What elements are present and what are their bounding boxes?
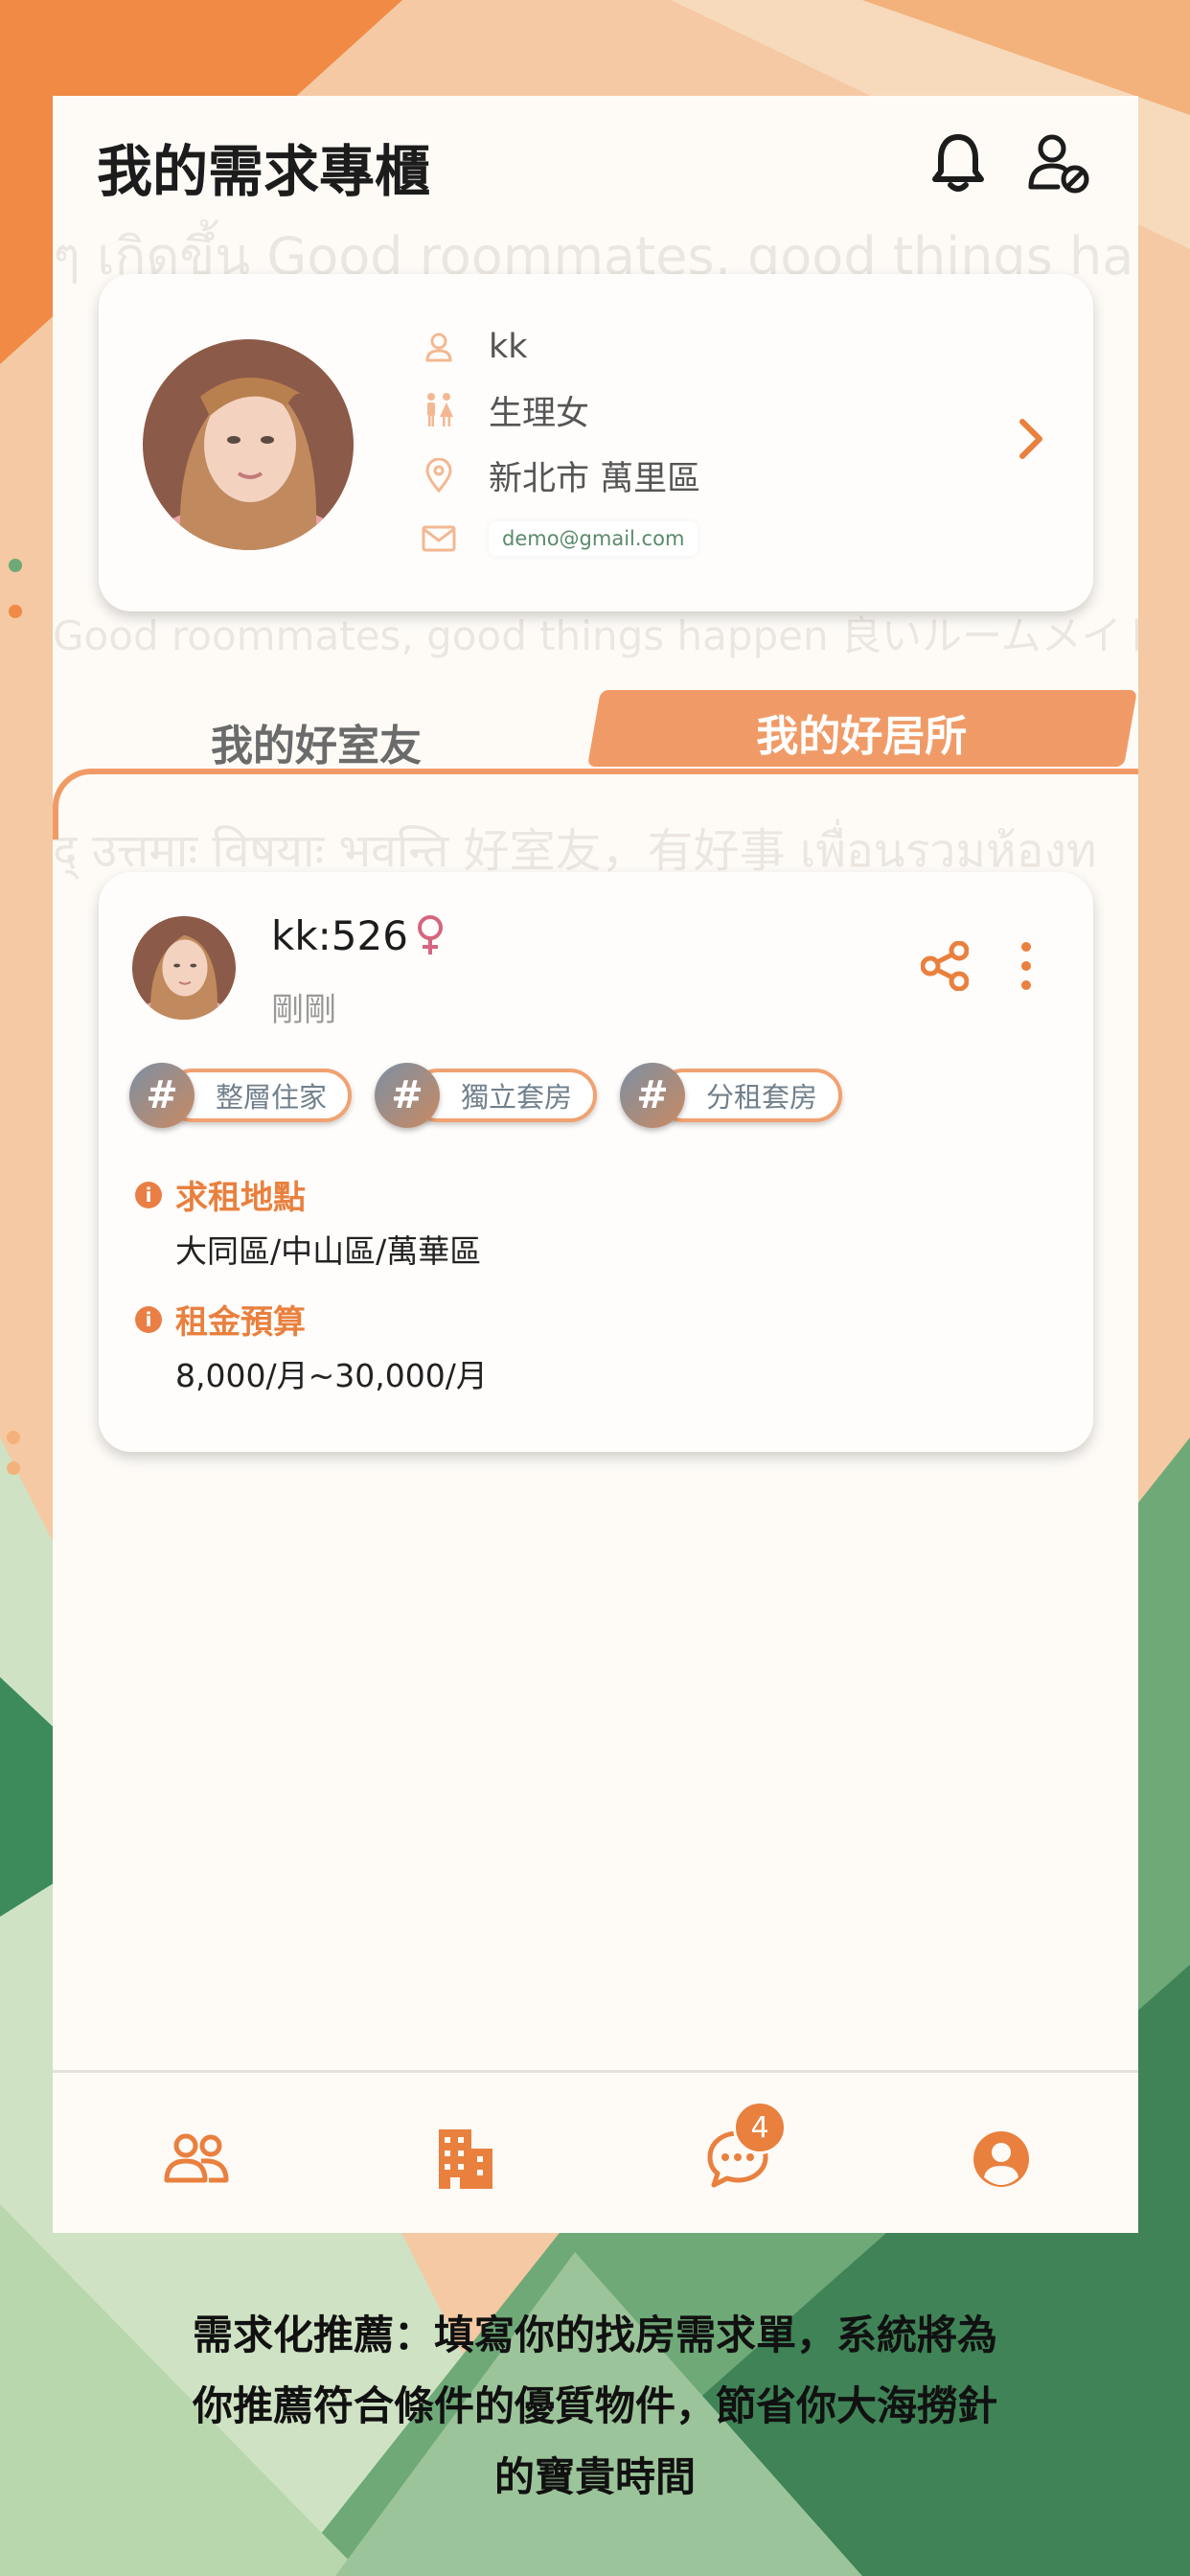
profile-email: demo@gmail.com [489, 521, 698, 556]
nav-chat[interactable]: 4 [695, 2101, 787, 2202]
profile-location-row: 新北市 萬里區 [420, 448, 700, 502]
gender-restroom-icon [420, 391, 458, 429]
nav-roommates[interactable] [153, 2116, 240, 2202]
nav-profile[interactable] [958, 2116, 1044, 2202]
profile-card[interactable]: kk 生理女 新北市 萬里區 demo@gmail.com [99, 274, 1093, 611]
app-screen: ๆ เกิดขึ้น Good roommates, good things h… [53, 96, 1138, 2233]
section-value: 大同區/中山區/萬華區 [175, 1232, 482, 1270]
section-title: 求租地點 [175, 1179, 306, 1217]
caption-line: 需求化推薦：填寫你的找房需求單，系統將為 [192, 2312, 997, 2358]
more-options-button[interactable] [1018, 941, 1034, 995]
demand-username: kk:526 [271, 912, 408, 959]
chat-badge: 4 [733, 2101, 787, 2154]
user-block-icon [1028, 134, 1089, 194]
section-value: 8,000/月~30,000/月 [175, 1357, 488, 1394]
avatar-photo [132, 916, 236, 1020]
profile-gender: 生理女 [489, 394, 590, 433]
promo-caption: 需求化推薦：填寫你的找房需求單，系統將為 你推薦符合條件的優質物件，節省你大海撈… [144, 2300, 1046, 2513]
tab-my-homes-label: 我的好居所 [756, 712, 968, 761]
nav-homes[interactable] [422, 2116, 508, 2202]
profile-location: 新北市 萬里區 [489, 459, 701, 498]
demand-location-section: i 求租地點 大同區/中山區/萬華區 [135, 1171, 481, 1272]
caption-line: 你推薦符合條件的優質物件，節省你大海撈針 [192, 2382, 997, 2429]
hashtag-icon: # [129, 1063, 195, 1128]
roommates-icon [164, 2133, 229, 2183]
avatar [143, 339, 354, 550]
profile-detail-chevron-icon[interactable] [1017, 418, 1045, 464]
profile-name: kk [489, 328, 528, 366]
profile-name-row: kk [420, 320, 528, 374]
bell-icon [932, 134, 984, 192]
profile-gender-row: 生理女 [420, 383, 589, 437]
tab-bar: 我的好室友 我的好居所 [53, 680, 1138, 840]
page-title: 我的需求專櫃 [97, 139, 431, 204]
profile-email-row: demo@gmail.com [420, 512, 698, 565]
share-icon [920, 940, 970, 992]
demand-tags: # 整層住家 # 獨立套房 # 分租套房 [129, 1063, 865, 1128]
building-icon [439, 2129, 492, 2189]
tag-chip[interactable]: # 整層住家 [129, 1063, 353, 1128]
tag-chip[interactable]: # 分租套房 [620, 1063, 843, 1128]
app-header: 我的需求專櫃 [53, 96, 1138, 230]
tab-my-homes[interactable]: 我的好居所 [586, 690, 1138, 767]
notification-button[interactable] [920, 125, 996, 201]
avatar [132, 916, 236, 1020]
more-vertical-icon [1021, 942, 1031, 990]
avatar-photo [143, 339, 354, 550]
tag-chip[interactable]: # 獨立套房 [375, 1063, 598, 1128]
demand-budget-section: i 租金預算 8,000/月~30,000/月 [135, 1296, 488, 1396]
tab-my-roommates[interactable]: 我的好室友 [211, 711, 422, 772]
hashtag-icon: # [620, 1063, 686, 1128]
share-button[interactable] [920, 940, 970, 995]
section-title: 租金預算 [175, 1303, 306, 1342]
bottom-nav: 4 [53, 2070, 1138, 2233]
account-settings-button[interactable] [1020, 125, 1097, 201]
tab-underline [53, 769, 1138, 840]
female-symbol-icon [415, 914, 446, 960]
demand-time: 剛剛 [271, 991, 336, 1029]
watermark-text: Good roommates, good things happen 良いルーム… [53, 612, 1138, 659]
person-icon [420, 328, 458, 366]
profile-icon [973, 2131, 1029, 2187]
location-pin-icon [420, 456, 458, 494]
caption-line: 的寶貴時間 [493, 2453, 696, 2500]
demand-card[interactable]: kk:526 剛剛 # 整層住家 # 獨立套房 # 分租套房 i 求租地點 大同… [99, 872, 1093, 1452]
info-icon: i [135, 1181, 162, 1208]
hashtag-icon: # [375, 1063, 441, 1128]
info-icon: i [135, 1305, 162, 1333]
mail-icon [420, 519, 458, 558]
